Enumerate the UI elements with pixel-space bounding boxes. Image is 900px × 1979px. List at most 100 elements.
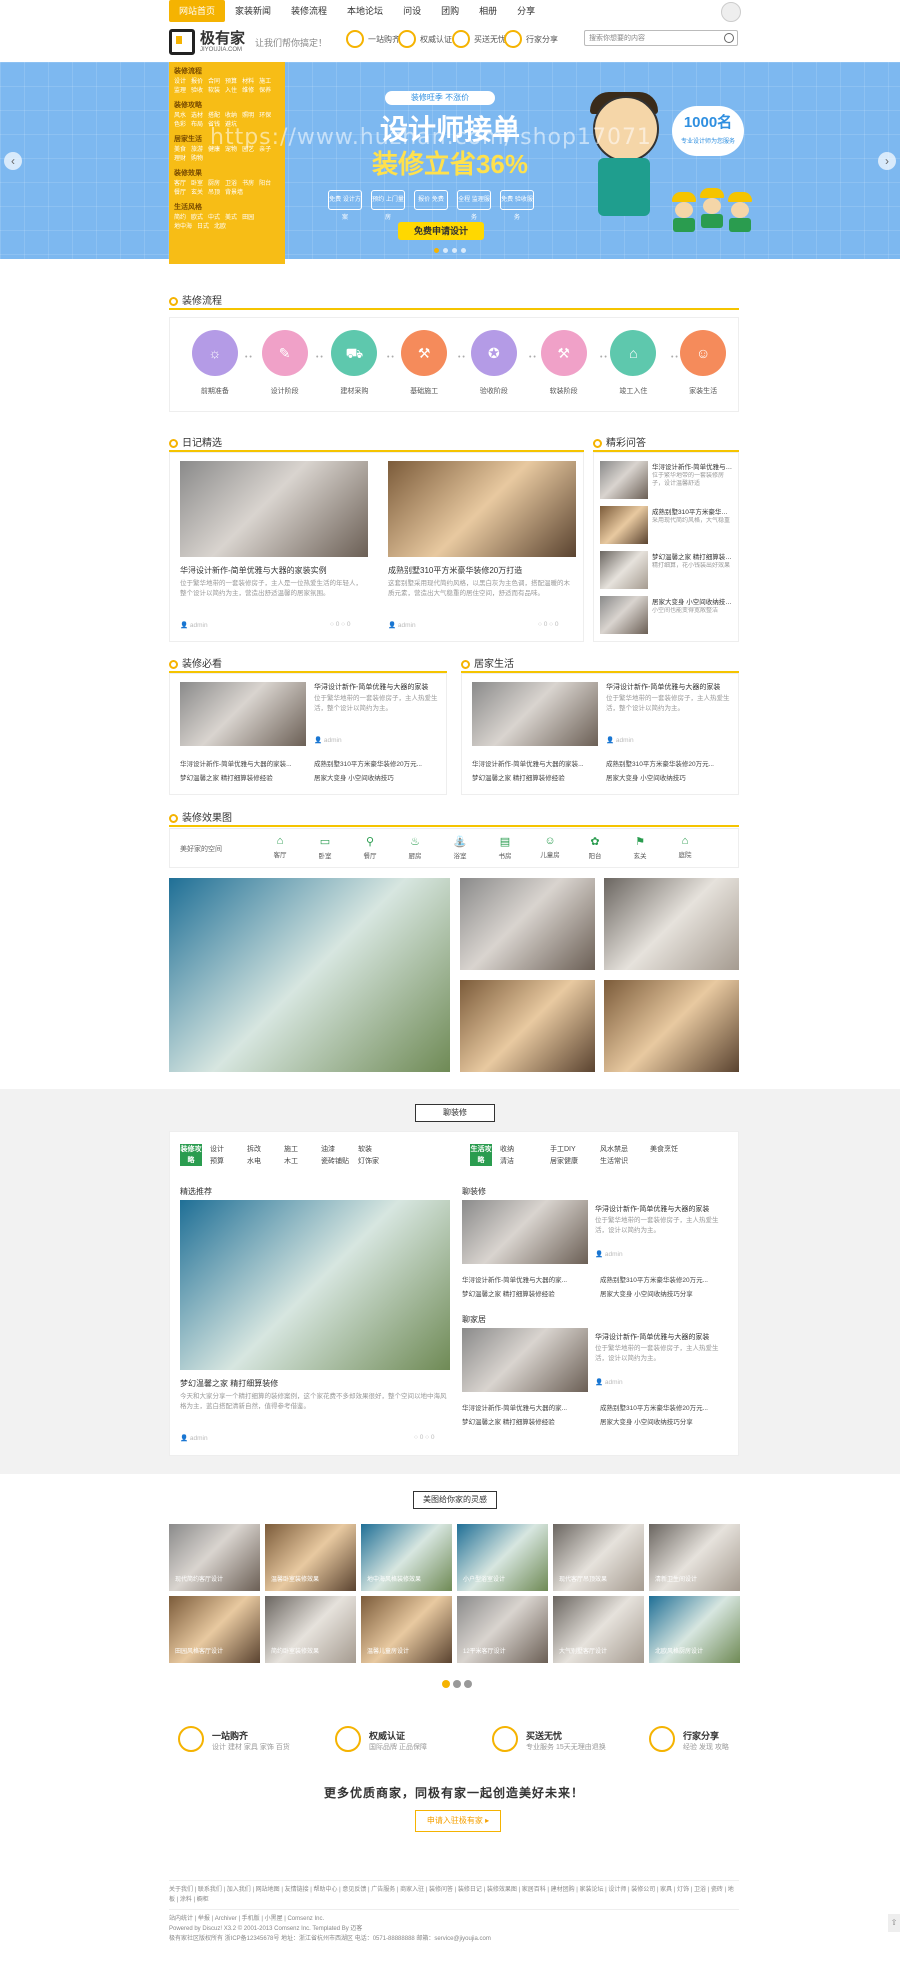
guide-link[interactable]: 风水禁忌 bbox=[600, 1144, 628, 1154]
category-link[interactable]: 日式 bbox=[197, 223, 209, 232]
qa-title[interactable]: 居家大变身 小空间收纳技巧分享 bbox=[652, 596, 734, 606]
guide-link[interactable]: 瓷砖铺贴 bbox=[321, 1156, 349, 1166]
guide-link[interactable]: 收纳 bbox=[500, 1144, 514, 1154]
category-link[interactable]: 书房 bbox=[242, 180, 254, 189]
qa-title[interactable]: 梦幻温馨之家 精打细算装修经验 bbox=[652, 551, 734, 561]
inspire-item[interactable]: 现代简约客厅设计 bbox=[169, 1524, 260, 1591]
guide-link[interactable]: 清洁 bbox=[500, 1156, 514, 1166]
life-list-item[interactable]: 梦幻温馨之家 精打细算装修经验 bbox=[472, 772, 600, 782]
col-a-list-item[interactable]: 梦幻温馨之家 精打细算装修经验 bbox=[462, 1288, 594, 1298]
category-link[interactable]: 收纳 bbox=[225, 112, 237, 121]
feature-item[interactable]: 一站购齐 设计 建材 家具 家饰 百货 bbox=[178, 1726, 298, 1756]
inspire-item[interactable]: 12平米客厅设计 bbox=[457, 1596, 548, 1663]
guide-link[interactable]: 油漆 bbox=[321, 1144, 335, 1154]
category-link[interactable]: 玄关 bbox=[191, 189, 203, 198]
must-image[interactable] bbox=[180, 682, 306, 746]
category-link[interactable]: 保养 bbox=[259, 87, 271, 96]
must-list-item[interactable]: 梦幻温馨之家 精打细算装修经验 bbox=[180, 772, 308, 782]
col-b-list-item[interactable]: 成熟别墅310平方米豪华装修20万元... bbox=[600, 1402, 732, 1412]
category-link[interactable]: 欧式 bbox=[191, 214, 203, 223]
category-link[interactable]: 客厅 bbox=[174, 180, 186, 189]
category-link[interactable]: 购物 bbox=[191, 155, 203, 164]
effect-tab[interactable]: ⚑ 玄关 bbox=[620, 835, 660, 860]
guide-link[interactable]: 拆改 bbox=[247, 1144, 261, 1154]
feature-item[interactable]: 行家分享 经验 发现 攻略 bbox=[649, 1726, 769, 1756]
qa-title[interactable]: 华浔设计新作-简单优雅与大器的家装 bbox=[652, 461, 734, 471]
category-title[interactable]: 生活风格 bbox=[174, 202, 280, 212]
life-image[interactable] bbox=[472, 682, 598, 746]
category-link[interactable]: 验收 bbox=[191, 87, 203, 96]
col-b-title[interactable]: 华浔设计新作-简单优雅与大器的家装 bbox=[595, 1332, 730, 1342]
qa-image[interactable] bbox=[600, 596, 648, 634]
category-link[interactable]: 维修 bbox=[242, 87, 254, 96]
guide-link[interactable]: 手工DIY bbox=[550, 1144, 576, 1154]
top-nav-item[interactable]: 团购 bbox=[431, 0, 469, 22]
category-link[interactable]: 理财 bbox=[174, 155, 186, 164]
header-feat-4[interactable]: 行家分享 bbox=[504, 30, 558, 48]
effect-main-image[interactable] bbox=[169, 878, 450, 1072]
effect-image-3[interactable] bbox=[460, 980, 595, 1072]
top-nav-item[interactable]: 家装新闻 bbox=[225, 0, 281, 22]
category-link[interactable]: 选材 bbox=[191, 112, 203, 121]
category-link[interactable]: 合同 bbox=[208, 78, 220, 87]
back-to-top-button[interactable]: ⇧ bbox=[888, 1914, 900, 1932]
qa-image[interactable] bbox=[600, 551, 648, 589]
life-list-item[interactable]: 成熟别墅310平方米豪华装修20万元... bbox=[606, 758, 734, 768]
banner-next-button[interactable]: › bbox=[878, 152, 896, 170]
col-a-title[interactable]: 华浔设计新作-简单优雅与大器的家装 bbox=[595, 1204, 730, 1214]
effect-tab[interactable]: ▭ 卧室 bbox=[305, 835, 345, 860]
category-link[interactable]: 色彩 bbox=[174, 121, 186, 130]
inspire-item[interactable]: 小户型浴室设计 bbox=[457, 1524, 548, 1591]
category-link[interactable]: 美食 bbox=[174, 146, 186, 155]
header-feat-2[interactable]: 权威认证 bbox=[398, 30, 452, 48]
header-feat-1[interactable]: 一站购齐 bbox=[346, 30, 400, 48]
effect-image-2[interactable] bbox=[604, 878, 739, 970]
category-link[interactable]: 美式 bbox=[225, 214, 237, 223]
effect-image-4[interactable] bbox=[604, 980, 739, 1072]
inspire-item[interactable]: 现代客厅吊顶效果 bbox=[553, 1524, 644, 1591]
effect-tab[interactable]: ▤ 书房 bbox=[485, 835, 525, 860]
life-list-item[interactable]: 华浔设计新作-简单优雅与大器的家装... bbox=[472, 758, 600, 768]
guide-link[interactable]: 灯饰家 bbox=[358, 1156, 379, 1166]
qa-title[interactable]: 成熟别墅310平方米豪华装修20万 bbox=[652, 506, 734, 516]
col-a-list-item[interactable]: 华浔设计新作-简单优雅与大器的家... bbox=[462, 1274, 594, 1284]
col-a-image[interactable] bbox=[462, 1200, 588, 1264]
footer-line-2[interactable]: 站内统计 | 举报 | Archiver | 手机版 | 小黑屋 | Comse… bbox=[169, 1914, 739, 1924]
effect-tab[interactable]: ✿ 阳台 bbox=[575, 835, 615, 860]
top-nav-item[interactable]: 本地论坛 bbox=[337, 0, 393, 22]
process-step[interactable]: ⛟ 建材采购 bbox=[320, 318, 390, 411]
featured-image[interactable] bbox=[180, 1200, 450, 1370]
guide-link[interactable]: 软装 bbox=[358, 1144, 372, 1154]
category-link[interactable]: 入住 bbox=[225, 87, 237, 96]
process-step[interactable]: ✎ 设计阶段 bbox=[250, 318, 320, 411]
inspire-item[interactable]: 田园风格客厅设计 bbox=[169, 1596, 260, 1663]
category-link[interactable]: 环保 bbox=[259, 112, 271, 121]
guide-link[interactable]: 预算 bbox=[210, 1156, 224, 1166]
category-link[interactable]: 预算 bbox=[225, 78, 237, 87]
top-nav-item[interactable]: 装修流程 bbox=[281, 0, 337, 22]
logo[interactable]: 极有家 JIYOUJIA.COM 让我们帮你搞定！ bbox=[169, 28, 327, 56]
footer-links[interactable]: 关于我们 | 联系我们 | 加入我们 | 网站地图 | 友情链接 | 帮助中心 … bbox=[169, 1885, 739, 1905]
category-link[interactable]: 材料 bbox=[242, 78, 254, 87]
category-link[interactable]: 报价 bbox=[191, 78, 203, 87]
inspire-item[interactable]: 简约卧室装修效果 bbox=[265, 1596, 356, 1663]
category-link[interactable]: 北欧 bbox=[214, 223, 226, 232]
category-link[interactable]: 中式 bbox=[208, 214, 220, 223]
diary-image-2[interactable] bbox=[388, 461, 576, 557]
effect-tab[interactable]: ⌂ 庭院 bbox=[665, 835, 705, 859]
top-nav-item[interactable]: 网站首页 bbox=[169, 0, 226, 22]
process-step[interactable]: ⚒ 基础施工 bbox=[389, 318, 459, 411]
must-list-item[interactable]: 华浔设计新作-简单优雅与大器的家装... bbox=[180, 758, 308, 768]
guide-link[interactable]: 木工 bbox=[284, 1156, 298, 1166]
category-title[interactable]: 装修效果 bbox=[174, 168, 280, 178]
effect-tab[interactable]: ♨ 厨房 bbox=[395, 835, 435, 860]
process-step[interactable]: ☼ 前期准备 bbox=[180, 318, 250, 411]
category-link[interactable]: 背景墙 bbox=[225, 189, 243, 198]
category-link[interactable]: 田园 bbox=[242, 214, 254, 223]
user-avatar[interactable] bbox=[721, 2, 741, 22]
diary-title-2[interactable]: 成熟别墅310平方米豪华装修20万打造 bbox=[388, 565, 576, 576]
header-feat-3[interactable]: 买送无忧 bbox=[452, 30, 506, 48]
category-link[interactable]: 设计 bbox=[174, 78, 186, 87]
inspire-item[interactable]: 北欧风格厨房设计 bbox=[649, 1596, 740, 1663]
category-title[interactable]: 装修流程 bbox=[174, 66, 280, 76]
